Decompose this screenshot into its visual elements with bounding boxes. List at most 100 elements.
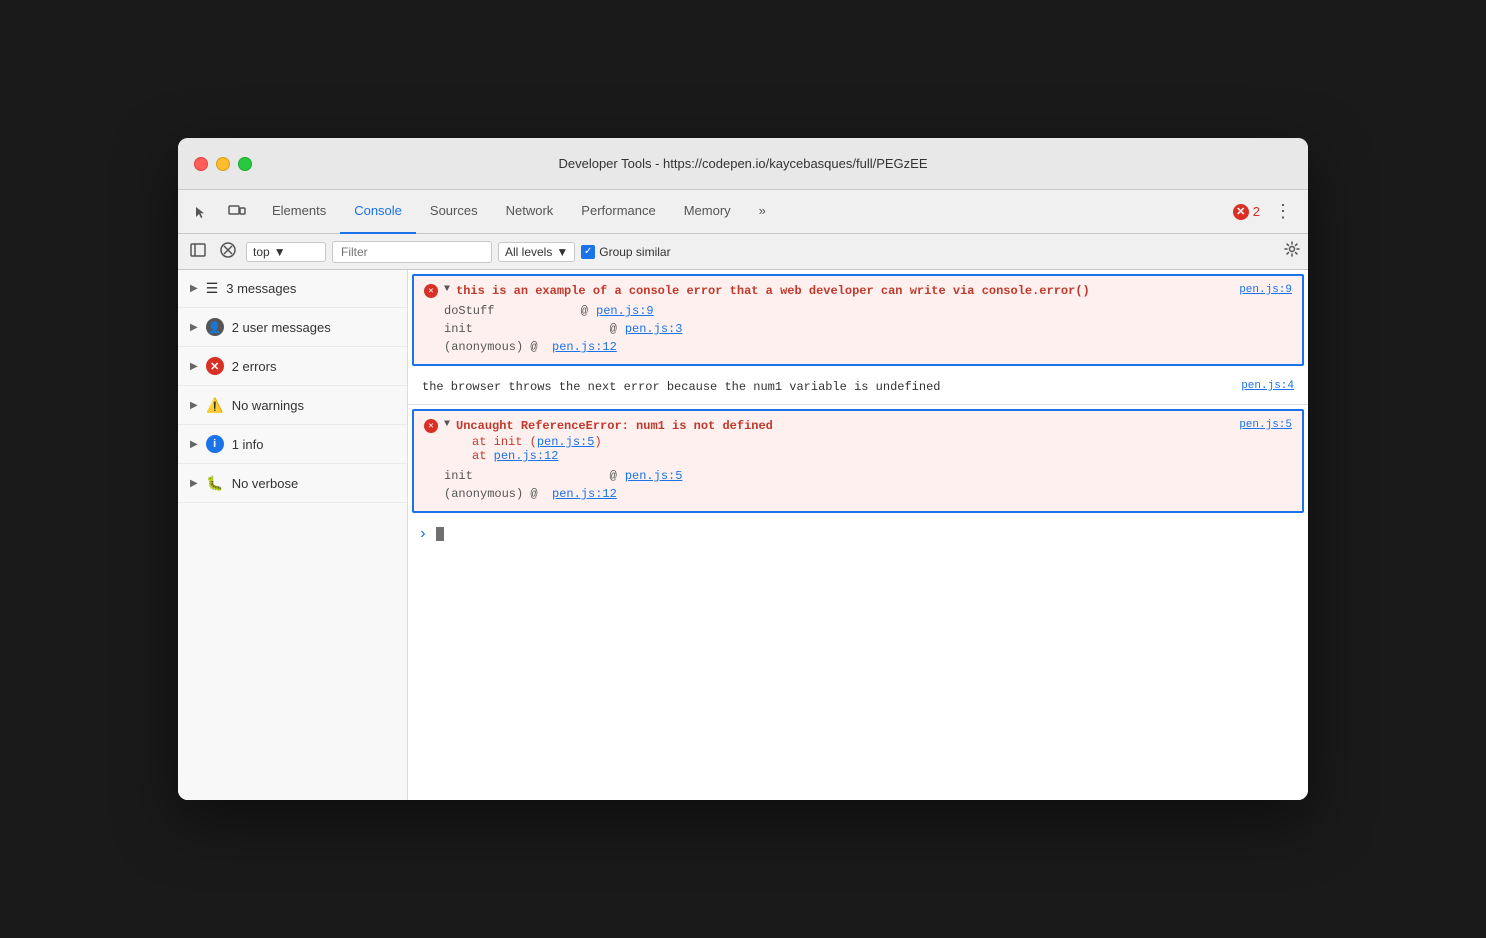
error-icon: ✕ [206,357,224,375]
sidebar-toggle-button[interactable] [186,239,210,264]
tab-more[interactable]: » [745,190,780,234]
sidebar-item-warnings[interactable]: ▶ ⚠️ No warnings [178,386,407,425]
tab-performance[interactable]: Performance [567,190,669,234]
device-toolbar-button[interactable] [220,201,254,223]
clear-console-button[interactable] [216,238,240,265]
sidebar-item-verbose[interactable]: ▶ 🐛 No verbose [178,464,407,503]
settings-button[interactable] [1284,241,1300,262]
levels-selector[interactable]: All levels ▼ [498,242,575,262]
messages-icon: ☰ [206,280,219,297]
subtext-link-1[interactable]: pen.js:5 [537,435,595,449]
toolbar-right: ✕ 2 ⋮ [1233,201,1300,222]
subtext-line-1: at init (pen.js:5) [472,435,1231,449]
more-options-button[interactable]: ⋮ [1266,201,1300,222]
cursor-tool-button[interactable] [186,201,216,223]
main-layout: ▶ ☰ 3 messages ▶ 👤 2 user messages ▶ ✕ 2… [178,270,1308,800]
tab-elements[interactable]: Elements [258,190,340,234]
group-similar-label: Group similar [599,245,670,259]
console-entry-error-1: ✕ ▼ this is an example of a console erro… [412,274,1304,366]
filter-input[interactable] [332,241,492,263]
error-count-badge: ✕ 2 [1233,204,1260,220]
maximize-button[interactable] [238,157,252,171]
error-count: 2 [1253,204,1260,219]
close-button[interactable] [194,157,208,171]
expand-icon: ▶ [190,322,198,333]
prompt-arrow-icon: › [418,525,428,543]
sidebar-item-info[interactable]: ▶ i 1 info [178,425,407,464]
console-output: ✕ ▼ this is an example of a console erro… [408,270,1308,800]
trace-function: doStuff [444,304,544,318]
context-value: top [253,245,270,259]
console-entry-error-2: ✕ ▼ Uncaught ReferenceError: num1 is not… [412,409,1304,513]
expand-icon: ▶ [190,361,198,372]
error-icon: ✕ [424,284,438,298]
sidebar-item-label: No verbose [232,476,298,491]
trace-location-link[interactable]: pen.js:5 [625,469,683,483]
title-bar: Developer Tools - https://codepen.io/kay… [178,138,1308,190]
error-location-link[interactable]: pen.js:5 [1239,419,1292,431]
entry-header: ✕ ▼ Uncaught ReferenceError: num1 is not… [424,419,1292,463]
trace-location-link[interactable]: pen.js:12 [552,487,617,501]
stack-trace: doStuff @ pen.js:9 init @ pen.js:3 (anon… [424,302,1292,356]
tab-sources[interactable]: Sources [416,190,492,234]
tab-list: Elements Console Sources Network Perform… [258,190,1229,234]
collapse-icon[interactable]: ▼ [444,284,450,295]
trace-location-link[interactable]: pen.js:9 [596,304,654,318]
levels-arrow-icon: ▼ [556,245,568,259]
sidebar-item-label: 2 errors [232,359,277,374]
main-toolbar: Elements Console Sources Network Perform… [178,190,1308,234]
error-icon: ✕ [424,419,438,433]
window-title: Developer Tools - https://codepen.io/kay… [558,156,927,171]
info-location-link[interactable]: pen.js:4 [1241,380,1294,394]
info-message: the browser throws the next error becaus… [422,380,940,394]
tab-console[interactable]: Console [340,190,416,234]
collapse-icon[interactable]: ▼ [444,419,450,430]
sidebar-item-label: 1 info [232,437,264,452]
sidebar-item-errors[interactable]: ▶ ✕ 2 errors [178,347,407,386]
sidebar-item-label: 3 messages [226,281,296,296]
sidebar-item-user-messages[interactable]: ▶ 👤 2 user messages [178,308,407,347]
error-message: this is an example of a console error th… [456,284,1231,298]
error-badge-icon: ✕ [1233,204,1249,220]
minimize-button[interactable] [216,157,230,171]
traffic-lights [194,157,252,171]
sidebar-item-all-messages[interactable]: ▶ ☰ 3 messages [178,270,407,308]
console-entry-info: the browser throws the next error becaus… [408,370,1308,405]
trace-line-2: init @ pen.js:3 [444,320,1292,338]
trace-location-link[interactable]: pen.js:12 [552,340,617,354]
trace-location-link[interactable]: pen.js:3 [625,322,683,336]
trace-function: init [444,322,544,336]
trace-function: init [444,469,544,483]
context-arrow-icon: ▼ [274,245,286,259]
group-similar-option[interactable]: ✓ Group similar [581,245,670,259]
console-toolbar: top ▼ All levels ▼ ✓ Group similar [178,234,1308,270]
expand-icon: ▶ [190,478,198,489]
trace-line-3: (anonymous) @ pen.js:12 [444,338,1292,356]
error-message: Uncaught ReferenceError: num1 is not def… [456,419,773,433]
trace-function: (anonymous) @ [444,340,544,354]
expand-icon: ▶ [190,283,198,294]
warning-icon: ⚠️ [206,396,224,414]
context-selector[interactable]: top ▼ [246,242,326,262]
user-icon: 👤 [206,318,224,336]
expand-icon: ▶ [190,439,198,450]
subtext-line-2: at pen.js:12 [472,449,1231,463]
trace-line-1: doStuff @ pen.js:9 [444,302,1292,320]
group-similar-checkbox[interactable]: ✓ [581,245,595,259]
sidebar-item-label: 2 user messages [232,320,331,335]
bug-icon: 🐛 [206,474,224,492]
entry-header: ✕ ▼ this is an example of a console erro… [424,284,1292,298]
error-location-link[interactable]: pen.js:9 [1239,284,1292,296]
console-prompt[interactable]: › [408,517,1308,551]
trace-function: (anonymous) @ [444,487,544,501]
devtools-window: Developer Tools - https://codepen.io/kay… [178,138,1308,800]
info-icon: i [206,435,224,453]
sidebar: ▶ ☰ 3 messages ▶ 👤 2 user messages ▶ ✕ 2… [178,270,408,800]
tab-network[interactable]: Network [492,190,568,234]
sidebar-item-label: No warnings [232,398,304,413]
expand-icon: ▶ [190,400,198,411]
stack-trace: init @ pen.js:5 (anonymous) @ pen.js:12 [424,467,1292,503]
subtext-link-2[interactable]: pen.js:12 [494,449,559,463]
tab-memory[interactable]: Memory [670,190,745,234]
prompt-cursor[interactable] [436,527,444,541]
